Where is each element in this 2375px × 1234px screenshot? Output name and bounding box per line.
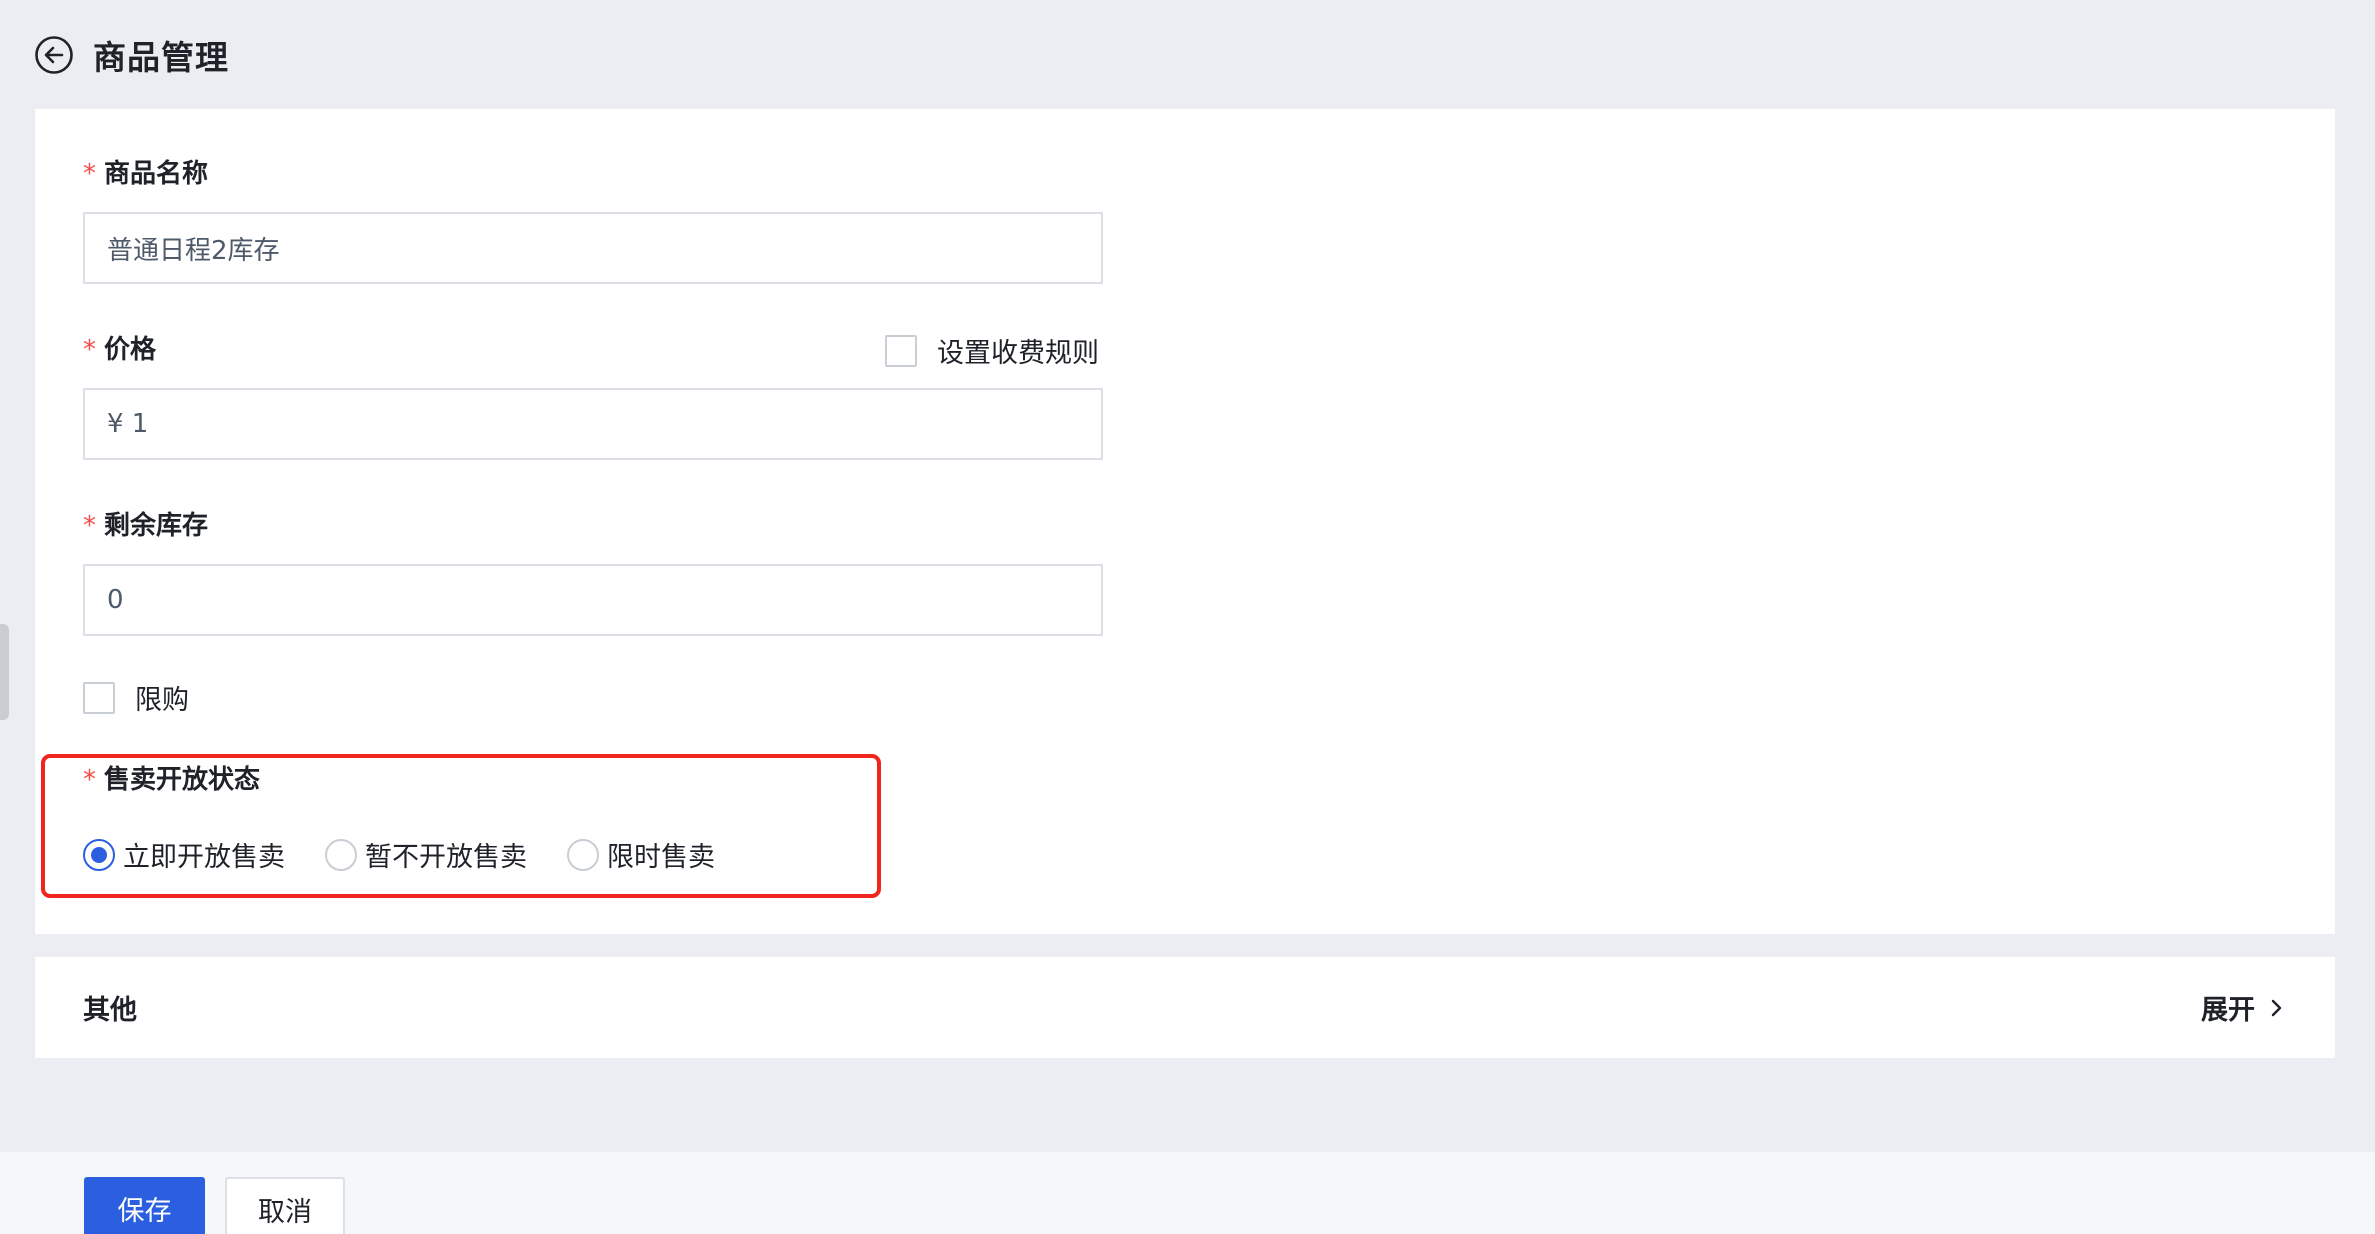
price-label-text: 价格 — [104, 335, 157, 365]
radio-label: 立即开放售卖 — [123, 842, 285, 873]
radio-button[interactable] — [325, 838, 357, 871]
purchase-limit-label: 限购 — [135, 685, 189, 716]
save-button[interactable]: 保存 — [84, 1177, 205, 1234]
radio-button[interactable] — [567, 838, 599, 871]
stock-label: * 剩余库存 — [83, 505, 208, 542]
purchase-limit-checkbox-row[interactable]: 限购 — [83, 678, 189, 717]
price-input[interactable] — [83, 388, 1103, 460]
required-mark: * — [83, 159, 96, 189]
footer-bar — [0, 1152, 2375, 1234]
purchase-limit-checkbox[interactable] — [83, 681, 115, 714]
sidebar-collapse-handle[interactable] — [0, 624, 9, 720]
cancel-button[interactable]: 取消 — [225, 1177, 345, 1234]
form-card: * 商品名称 * 价格 设置收费规则 * 剩余库存 限购 * 售卖开放状态 — [35, 109, 2335, 934]
product-name-input[interactable] — [83, 212, 1103, 284]
other-section: 其他 展开 — [35, 957, 2335, 1058]
page-title: 商品管理 — [93, 38, 229, 77]
required-mark: * — [83, 511, 96, 541]
radio-option-not-open[interactable]: 暂不开放售卖 — [325, 835, 527, 874]
page: 商品管理 *商品名称 *价格 设置收费规则 *剩余库存 限购 *售卖开放 — [0, 0, 2375, 1234]
chevron-right-icon — [2269, 996, 2285, 1020]
sale-status-label-text: 售卖开放状态 — [104, 765, 261, 795]
radio-option-limited-time[interactable]: 限时售卖 — [567, 835, 715, 874]
page-header: 商品管理 — [33, 30, 229, 80]
fee-rule-checkbox-row[interactable]: 设置收费规则 — [885, 331, 1099, 370]
fee-rule-checkbox[interactable] — [885, 334, 917, 367]
required-mark: * — [83, 335, 96, 365]
product-name-label: * 商品名称 — [83, 153, 208, 190]
radio-button[interactable] — [83, 838, 115, 871]
sale-status-radio-group: 立即开放售卖 暂不开放售卖 限时售卖 — [83, 835, 755, 874]
stock-input[interactable] — [83, 564, 1103, 636]
price-label: * 价格 — [83, 329, 156, 366]
expand-label: 展开 — [2201, 995, 2255, 1026]
radio-label: 限时售卖 — [607, 842, 715, 873]
sale-status-label: * 售卖开放状态 — [83, 759, 260, 796]
fee-rule-checkbox-label: 设置收费规则 — [937, 338, 1099, 369]
arrow-left-circle-icon — [35, 36, 73, 74]
stock-label-text: 剩余库存 — [104, 511, 209, 541]
required-mark: * — [83, 765, 96, 795]
other-section-title: 其他 — [83, 995, 137, 1026]
radio-label: 暂不开放售卖 — [365, 842, 527, 873]
back-button[interactable] — [33, 34, 75, 76]
product-name-label-text: 商品名称 — [104, 159, 209, 189]
expand-button[interactable]: 展开 — [2201, 988, 2285, 1027]
radio-option-open-now[interactable]: 立即开放售卖 — [83, 835, 285, 874]
